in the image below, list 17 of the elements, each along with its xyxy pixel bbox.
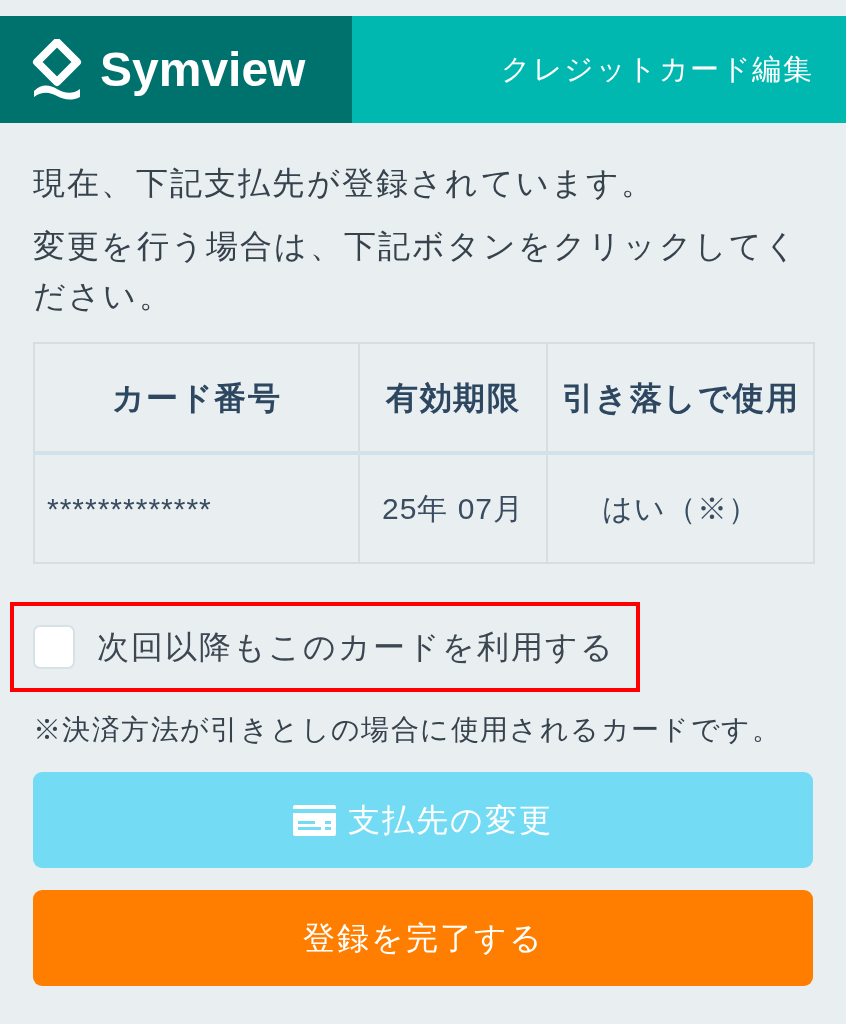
note-text: ※決済方法が引きとしの場合に使用されるカードです。 xyxy=(33,713,782,747)
intro-text: 変更を行う場合は、下記ボタンをクリックしてください。 xyxy=(33,227,801,316)
table-cell: ************* xyxy=(34,453,359,563)
column-header: 引き落しで使用 xyxy=(547,343,814,453)
change-payment-button[interactable]: 支払先の変更 xyxy=(33,772,813,868)
table-cell: はい（※） xyxy=(547,453,814,563)
logo-icon xyxy=(32,38,82,101)
column-header: カード番号 xyxy=(34,343,359,453)
checkbox-label[interactable]: 次回以降もこのカードを利用する xyxy=(97,631,615,663)
brand-name: Symview xyxy=(100,45,306,94)
column-header: 有効期限 xyxy=(359,343,547,453)
complete-registration-button[interactable]: 登録を完了する xyxy=(33,890,813,986)
intro-text: 現在、下記支払先が登録されています。 xyxy=(33,164,657,203)
card-icon xyxy=(293,804,336,836)
table-cell: 25年 07月 xyxy=(359,453,547,563)
checkbox[interactable] xyxy=(33,625,75,669)
page-title: クレジットカード編集 xyxy=(501,55,813,84)
